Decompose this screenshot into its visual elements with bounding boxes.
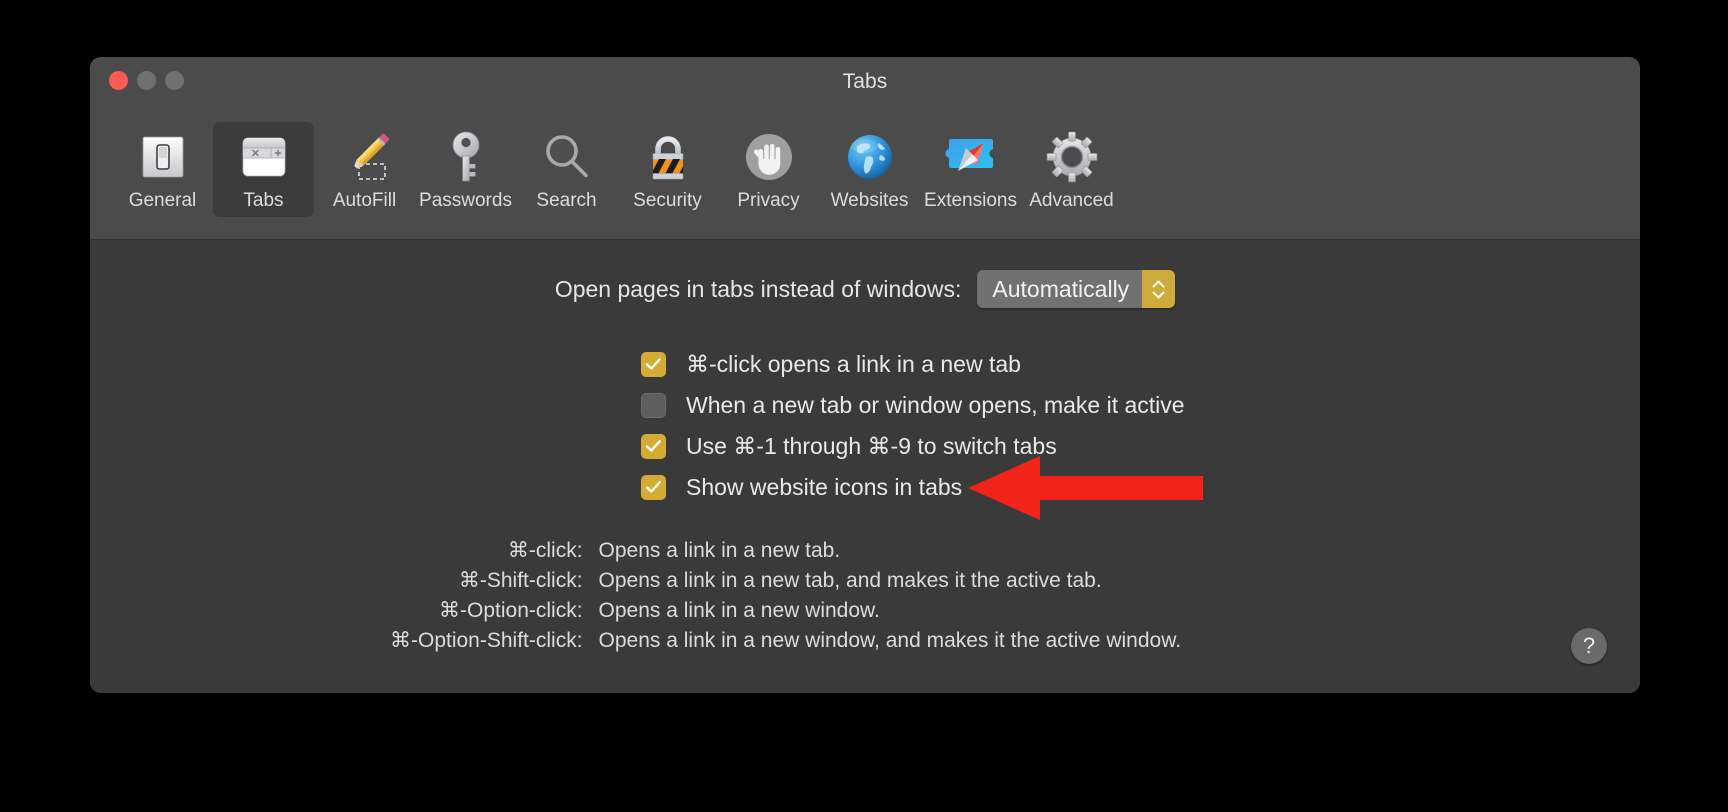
checkbox-label-show-website-icons: Show website icons in tabs [686,473,963,500]
legend-row: ⌘-Option-Shift-click: Opens a link in a … [390,625,1181,655]
legend-key: ⌘-Option-Shift-click: [390,628,583,652]
legend-key: ⌘-Shift-click: [458,568,583,592]
checkbox-make-active[interactable] [641,392,666,418]
toolbar-label-search: Search [536,190,597,211]
shortcut-legend: ⌘-click: Opens a link in a new tab. ⌘-Sh… [90,535,1640,655]
open-pages-popup-button[interactable]: Automatically [977,270,1176,308]
toolbar-item-passwords[interactable]: Passwords [415,122,516,217]
checkbox-row-show-website-icons[interactable]: Show website icons in tabs [641,467,1185,507]
websites-globe-icon [839,126,901,188]
tab-options-checklist: ⌘-click opens a link in a new tab When a… [641,344,1185,508]
toolbar-item-websites[interactable]: Websites [819,122,920,217]
toolbar-item-general[interactable]: General [112,122,213,217]
general-switch-icon [132,126,194,188]
toolbar-label-passwords: Passwords [419,190,512,211]
legend-desc: Opens a link in a new window. [598,598,880,622]
checkbox-cmd-click-new-tab[interactable] [641,351,666,377]
legend-row: ⌘-click: Opens a link in a new tab. [390,535,1181,565]
screen: Tabs General Tabs AutoFill Passwords Sea… [0,0,1728,812]
toolbar-label-autofill: AutoFill [332,190,397,211]
toolbar-item-advanced[interactable]: Advanced [1021,122,1122,217]
toolbar-item-tabs[interactable]: Tabs [213,122,314,217]
checkmark-icon [645,358,662,370]
legend-row: ⌘-Option-click: Opens a link in a new wi… [390,595,1181,625]
extensions-puzzle-icon [940,126,1002,188]
toolbar-label-websites: Websites [830,190,909,211]
toolbar-label-security: Security [633,190,702,211]
help-button[interactable]: ? [1571,628,1607,664]
search-magnifier-icon [536,126,598,188]
toolbar-item-autofill[interactable]: AutoFill [314,122,415,217]
checkbox-show-website-icons[interactable] [641,474,666,500]
passwords-key-icon [435,126,497,188]
toolbar-item-security[interactable]: Security [617,122,718,217]
window-titlebar: Tabs [90,57,1640,122]
toolbar-item-extensions[interactable]: Extensions [920,122,1021,217]
checkbox-label-make-active: When a new tab or window opens, make it … [686,391,1185,418]
toolbar-label-advanced: Advanced [1029,190,1114,211]
open-pages-row: Open pages in tabs instead of windows: A… [90,270,1640,308]
checkbox-row-switch-tabs[interactable]: Use ⌘-1 through ⌘-9 to switch tabs [641,426,1185,466]
preferences-toolbar: General Tabs AutoFill Passwords Search S… [90,122,1640,240]
open-pages-label: Open pages in tabs instead of windows: [554,275,962,302]
checkbox-row-make-active[interactable]: When a new tab or window opens, make it … [641,385,1185,425]
toolbar-label-privacy: Privacy [737,190,800,211]
security-lock-icon [637,126,699,188]
popup-stepper-arrows[interactable] [1142,270,1176,308]
legend-desc: Opens a link in a new window, and makes … [598,628,1182,652]
toolbar-item-search[interactable]: Search [516,122,617,217]
advanced-gear-icon [1041,126,1103,188]
checkmark-icon [645,440,662,452]
autofill-pencil-icon [334,126,396,188]
checkbox-label-switch-tabs: Use ⌘-1 through ⌘-9 to switch tabs [686,432,1057,459]
legend-key: ⌘-click: [507,538,583,562]
chevron-up-icon [1152,280,1165,287]
tabs-window-icon [233,126,295,188]
checkbox-label-cmd-click-new-tab: ⌘-click opens a link in a new tab [686,350,1021,377]
toolbar-label-extensions: Extensions [924,190,1017,211]
tabs-preferences-pane: Open pages in tabs instead of windows: A… [90,240,1640,693]
legend-key: ⌘-Option-click: [439,598,583,622]
open-pages-popup-value: Automatically [977,270,1143,308]
toolbar-label-general: General [128,190,197,211]
chevron-down-icon [1152,291,1165,298]
toolbar-label-tabs: Tabs [243,190,284,211]
preferences-window: Tabs General Tabs AutoFill Passwords Sea… [90,57,1640,693]
toolbar-item-privacy[interactable]: Privacy [718,122,819,217]
checkbox-switch-tabs[interactable] [641,433,666,459]
checkmark-icon [645,481,662,493]
privacy-hand-icon [738,126,800,188]
legend-row: ⌘-Shift-click: Opens a link in a new tab… [390,565,1181,595]
checkbox-row-cmd-click-new-tab[interactable]: ⌘-click opens a link in a new tab [641,344,1185,384]
legend-desc: Opens a link in a new tab, and makes it … [598,568,1102,592]
legend-desc: Opens a link in a new tab. [598,538,841,562]
window-title: Tabs [842,70,888,93]
